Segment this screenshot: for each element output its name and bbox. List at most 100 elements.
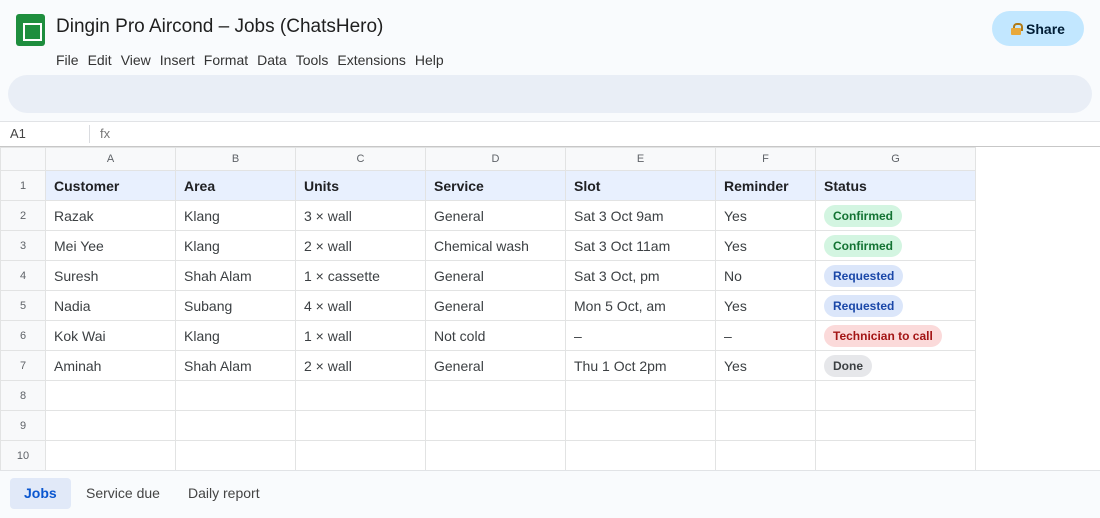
menu-view[interactable]: View	[121, 52, 151, 68]
row-number[interactable]: 6	[0, 320, 46, 351]
column-header-c[interactable]: C	[295, 147, 426, 171]
cell-units[interactable]: 2 × wall	[295, 230, 426, 261]
cell-status[interactable]: Done	[815, 350, 976, 381]
empty-cell[interactable]	[45, 440, 176, 471]
sheets-logo-icon[interactable]	[16, 14, 45, 46]
menu-format[interactable]: Format	[204, 52, 248, 68]
header-cell-customer[interactable]: Customer	[45, 170, 176, 201]
cell-area[interactable]: Shah Alam	[175, 350, 296, 381]
header-cell-slot[interactable]: Slot	[565, 170, 716, 201]
row-number[interactable]: 8	[0, 380, 46, 411]
empty-cell[interactable]	[45, 410, 176, 441]
cell-reminder[interactable]: Yes	[715, 290, 816, 321]
column-header-a[interactable]: A	[45, 147, 176, 171]
cell-units[interactable]: 2 × wall	[295, 350, 426, 381]
cell-units[interactable]: 4 × wall	[295, 290, 426, 321]
cell-slot[interactable]: –	[565, 320, 716, 351]
empty-cell[interactable]	[815, 440, 976, 471]
cell-service[interactable]: Chemical wash	[425, 230, 566, 261]
cell-customer[interactable]: Razak	[45, 200, 176, 231]
cell-customer[interactable]: Mei Yee	[45, 230, 176, 261]
cell-customer[interactable]: Kok Wai	[45, 320, 176, 351]
cell-reminder[interactable]: Yes	[715, 230, 816, 261]
cell-slot[interactable]: Thu 1 Oct 2pm	[565, 350, 716, 381]
empty-cell[interactable]	[715, 410, 816, 441]
cell-units[interactable]: 1 × cassette	[295, 260, 426, 291]
column-header-e[interactable]: E	[565, 147, 716, 171]
empty-cell[interactable]	[295, 380, 426, 411]
cell-service[interactable]: General	[425, 200, 566, 231]
empty-cell[interactable]	[815, 410, 976, 441]
cell-slot[interactable]: Sat 3 Oct 9am	[565, 200, 716, 231]
empty-cell[interactable]	[715, 440, 816, 471]
column-header-g[interactable]: G	[815, 147, 976, 171]
empty-cell[interactable]	[45, 380, 176, 411]
column-header-d[interactable]: D	[425, 147, 566, 171]
row-number[interactable]: 9	[0, 410, 46, 441]
menu-tools[interactable]: Tools	[296, 52, 329, 68]
cell-area[interactable]: Subang	[175, 290, 296, 321]
cell-area[interactable]: Klang	[175, 320, 296, 351]
cell-status[interactable]: Confirmed	[815, 200, 976, 231]
empty-cell[interactable]	[425, 410, 566, 441]
header-cell-status[interactable]: Status	[815, 170, 976, 201]
menu-data[interactable]: Data	[257, 52, 287, 68]
empty-cell[interactable]	[715, 380, 816, 411]
empty-cell[interactable]	[425, 380, 566, 411]
empty-cell[interactable]	[175, 410, 296, 441]
sheet-tab-service-due[interactable]: Service due	[72, 478, 174, 509]
share-button[interactable]: Share	[992, 11, 1084, 46]
empty-cell[interactable]	[565, 440, 716, 471]
row-number[interactable]: 2	[0, 200, 46, 231]
cell-customer[interactable]: Suresh	[45, 260, 176, 291]
row-number[interactable]: 5	[0, 290, 46, 321]
name-box[interactable]: A1	[10, 126, 26, 141]
cell-slot[interactable]: Sat 3 Oct 11am	[565, 230, 716, 261]
sheet-tab-daily-report[interactable]: Daily report	[174, 478, 274, 509]
select-all-corner[interactable]	[0, 147, 46, 171]
sheet-tab-jobs[interactable]: Jobs	[10, 478, 71, 509]
header-cell-service[interactable]: Service	[425, 170, 566, 201]
column-header-b[interactable]: B	[175, 147, 296, 171]
cell-customer[interactable]: Aminah	[45, 350, 176, 381]
empty-cell[interactable]	[175, 380, 296, 411]
cell-customer[interactable]: Nadia	[45, 290, 176, 321]
empty-cell[interactable]	[295, 440, 426, 471]
cell-reminder[interactable]: –	[715, 320, 816, 351]
cell-units[interactable]: 1 × wall	[295, 320, 426, 351]
cell-area[interactable]: Klang	[175, 230, 296, 261]
header-cell-area[interactable]: Area	[175, 170, 296, 201]
cell-reminder[interactable]: Yes	[715, 350, 816, 381]
menu-insert[interactable]: Insert	[160, 52, 195, 68]
cell-service[interactable]: Not cold	[425, 320, 566, 351]
cell-area[interactable]: Klang	[175, 200, 296, 231]
cell-status[interactable]: Requested	[815, 290, 976, 321]
empty-cell[interactable]	[425, 440, 566, 471]
header-cell-units[interactable]: Units	[295, 170, 426, 201]
menu-edit[interactable]: Edit	[88, 52, 112, 68]
cell-service[interactable]: General	[425, 260, 566, 291]
empty-cell[interactable]	[295, 410, 426, 441]
cell-units[interactable]: 3 × wall	[295, 200, 426, 231]
row-number[interactable]: 1	[0, 170, 46, 201]
menu-help[interactable]: Help	[415, 52, 444, 68]
cell-area[interactable]: Shah Alam	[175, 260, 296, 291]
header-cell-reminder[interactable]: Reminder	[715, 170, 816, 201]
cell-status[interactable]: Technician to call	[815, 320, 976, 351]
cell-service[interactable]: General	[425, 350, 566, 381]
menu-file[interactable]: File	[56, 52, 79, 68]
row-number[interactable]: 3	[0, 230, 46, 261]
cell-service[interactable]: General	[425, 290, 566, 321]
cell-slot[interactable]: Mon 5 Oct, am	[565, 290, 716, 321]
cell-reminder[interactable]: No	[715, 260, 816, 291]
empty-cell[interactable]	[815, 380, 976, 411]
empty-cell[interactable]	[175, 440, 296, 471]
cell-reminder[interactable]: Yes	[715, 200, 816, 231]
row-number[interactable]: 10	[0, 440, 46, 471]
document-title[interactable]: Dingin Pro Aircond – Jobs (ChatsHero)	[56, 16, 383, 38]
menu-extensions[interactable]: Extensions	[337, 52, 405, 68]
empty-cell[interactable]	[565, 380, 716, 411]
column-header-f[interactable]: F	[715, 147, 816, 171]
cell-slot[interactable]: Sat 3 Oct, pm	[565, 260, 716, 291]
cell-status[interactable]: Requested	[815, 260, 976, 291]
